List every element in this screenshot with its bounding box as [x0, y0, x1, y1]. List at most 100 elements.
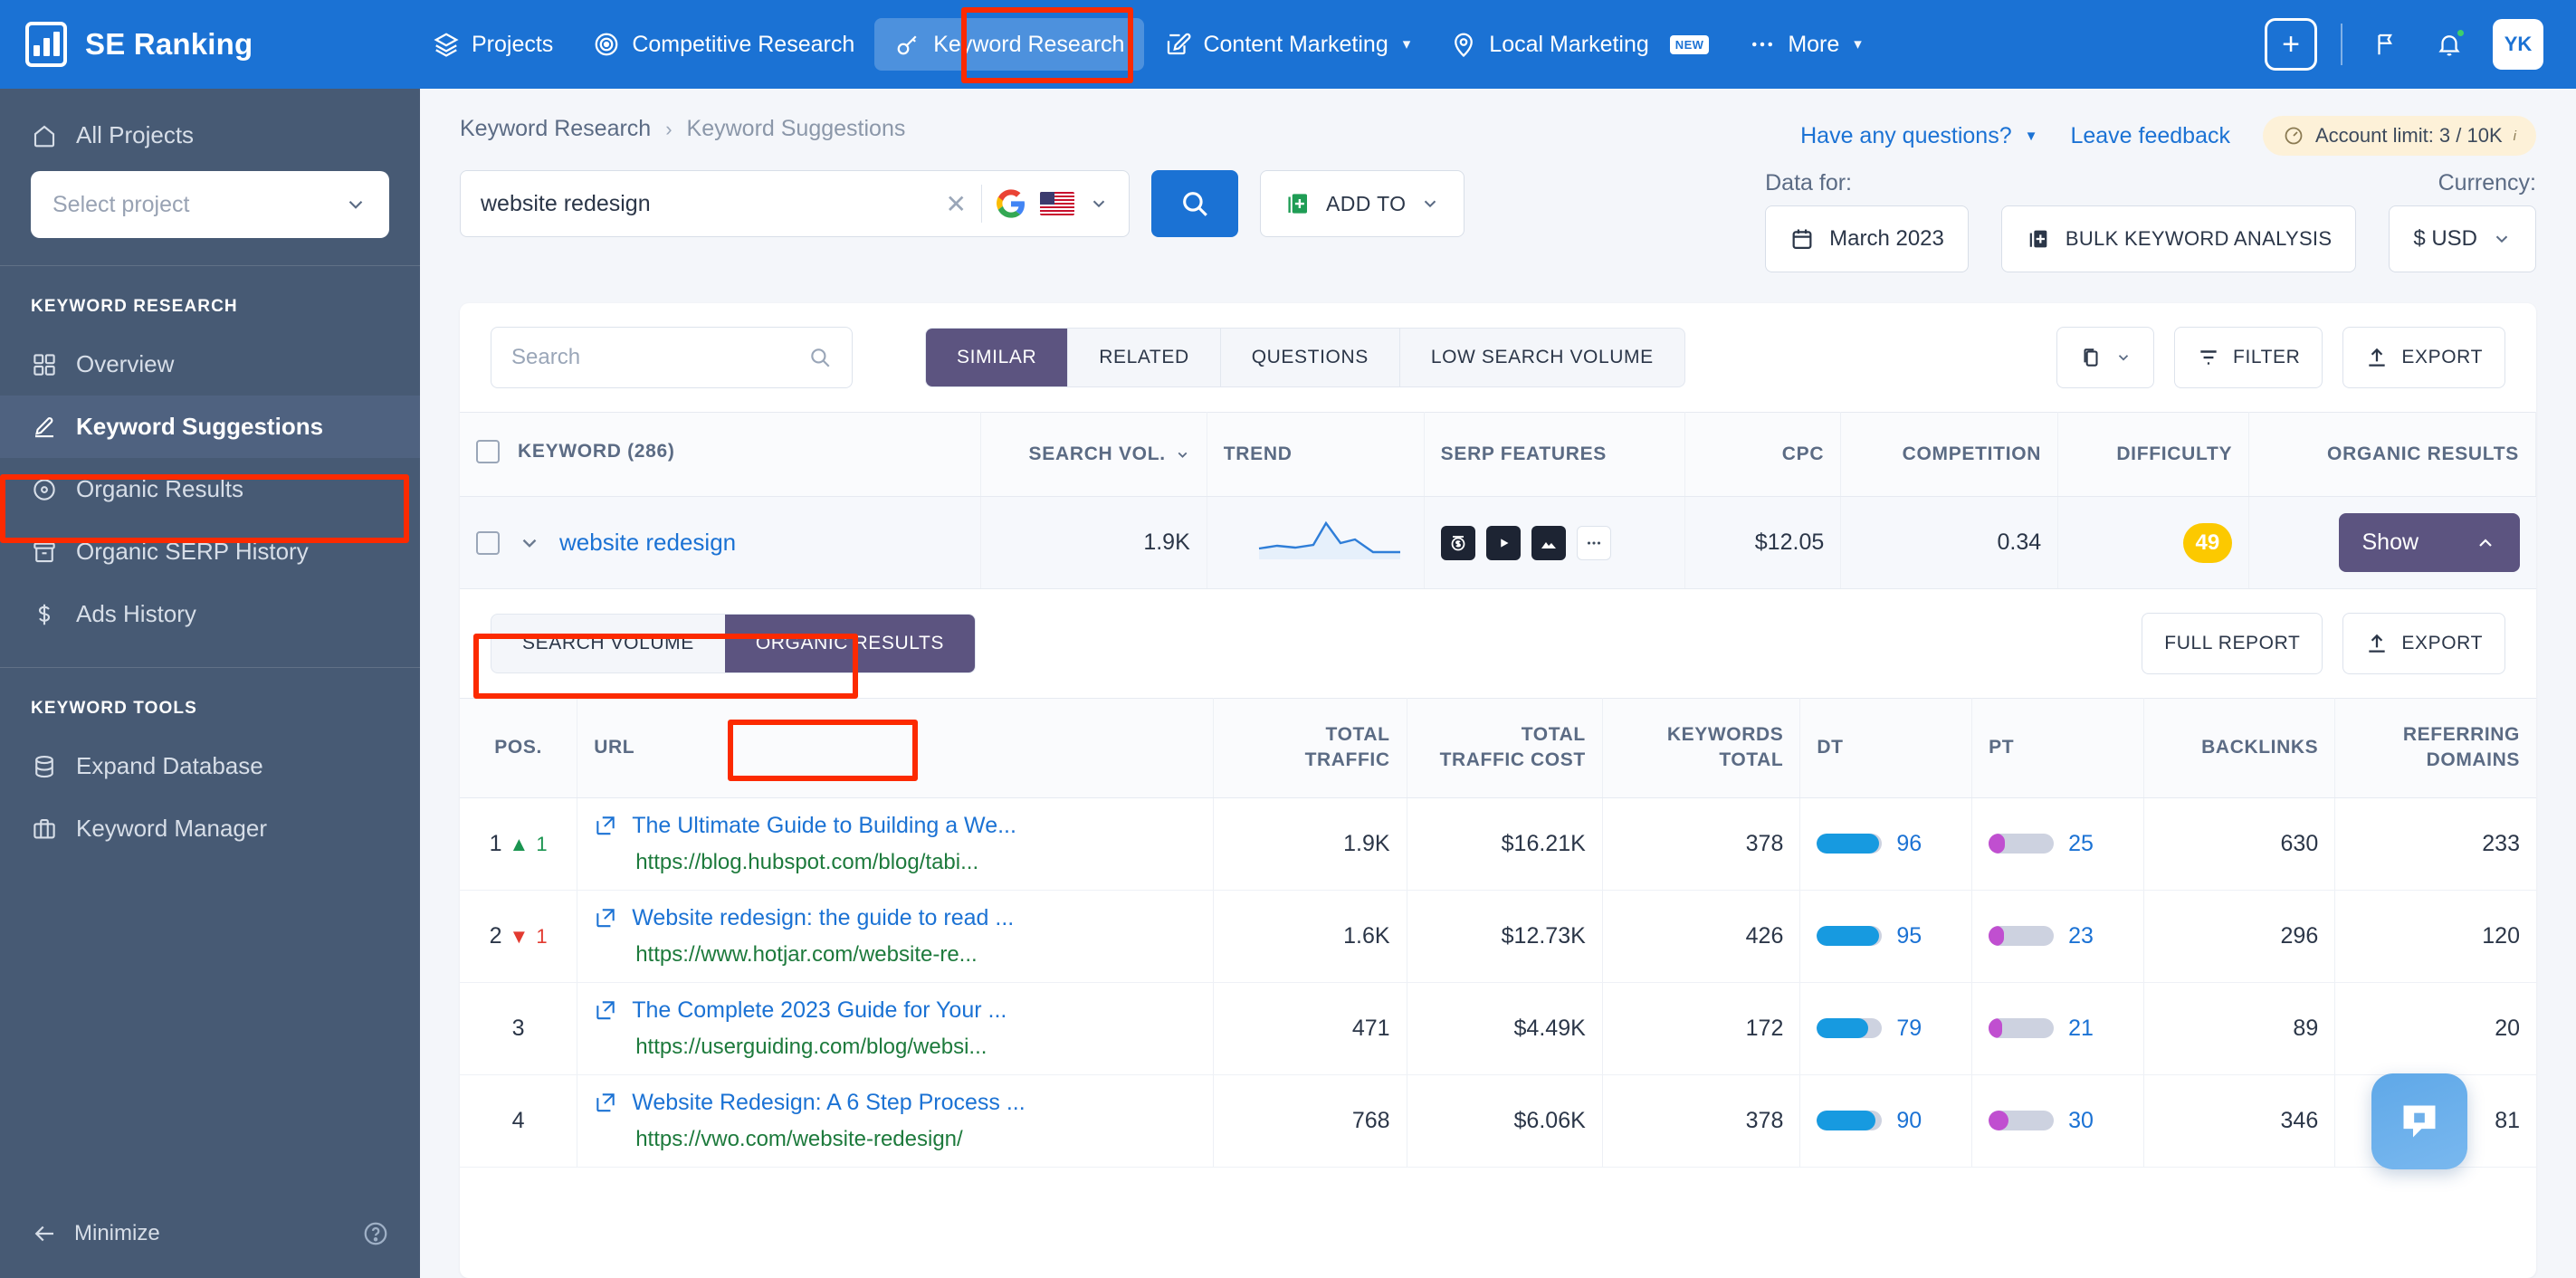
export-button[interactable]: EXPORT: [2342, 327, 2505, 388]
result-title-link[interactable]: The Complete 2023 Guide for Your ...: [632, 997, 1007, 1024]
nav-item-competitive-research[interactable]: Competitive Research: [573, 18, 874, 71]
account-limit-badge[interactable]: Account limit: 3 / 10K i: [2263, 116, 2536, 156]
tab-related[interactable]: RELATED: [1068, 329, 1221, 386]
tab-low-search-volume[interactable]: LOW SEARCH VOLUME: [1400, 329, 1684, 386]
col-search-volume[interactable]: SEARCH VOL.: [980, 412, 1207, 497]
have-questions-dropdown[interactable]: Have any questions? ▼: [1800, 123, 2037, 149]
video-icon[interactable]: [1485, 525, 1521, 560]
info-icon[interactable]: i: [2514, 129, 2516, 144]
nav-item-keyword-research[interactable]: Keyword Research: [874, 18, 1145, 71]
table-search-input[interactable]: Search: [491, 327, 853, 388]
add-new-button[interactable]: +: [2265, 18, 2317, 71]
show-organic-results-button[interactable]: Show: [2338, 513, 2520, 572]
row-referring-domains[interactable]: 120: [2334, 890, 2536, 983]
chevron-down-icon[interactable]: [518, 531, 541, 555]
add-to-button[interactable]: ADD TO: [1260, 170, 1465, 237]
sidebar-item-keyword-suggestions[interactable]: Keyword Suggestions: [0, 396, 420, 458]
result-url[interactable]: https://blog.hubspot.com/blog/tabi...: [594, 850, 1197, 875]
row-backlinks[interactable]: 89: [2143, 982, 2336, 1075]
row-referring-domains[interactable]: 233: [2334, 797, 2536, 891]
tab-similar[interactable]: SIMILAR: [926, 329, 1069, 386]
result-url[interactable]: https://vwo.com/website-redesign/: [594, 1127, 1197, 1152]
bulk-keyword-analysis-button[interactable]: BULK KEYWORD ANALYSIS: [2000, 205, 2357, 272]
breadcrumb-root[interactable]: Keyword Research: [460, 116, 651, 142]
image-icon[interactable]: [1531, 525, 1566, 560]
col-competition[interactable]: COMPETITION: [1840, 412, 2059, 497]
col-pos[interactable]: POS.: [460, 698, 578, 798]
nav-item-local-marketing[interactable]: Local Marketing NEW: [1430, 18, 1729, 71]
sidebar-item-expand-database[interactable]: Expand Database: [0, 735, 420, 797]
keyword-link[interactable]: website redesign: [559, 529, 736, 557]
filter-button[interactable]: FILTER: [2174, 327, 2323, 388]
result-title-link[interactable]: The Ultimate Guide to Building a We...: [632, 813, 1016, 839]
col-url[interactable]: URL: [577, 698, 1214, 798]
sidebar-item-ads-history[interactable]: Ads History: [0, 583, 420, 645]
col-keyword[interactable]: KEYWORD (286): [460, 412, 982, 497]
external-link-icon[interactable]: [594, 1091, 617, 1114]
col-pt[interactable]: PT: [1971, 698, 2144, 798]
col-backlinks[interactable]: BACKLINKS: [2143, 698, 2336, 798]
col-cpc[interactable]: CPC: [1684, 412, 1842, 497]
col-total-traffic[interactable]: TOTAL TRAFFIC: [1213, 698, 1407, 798]
col-serp-features[interactable]: SERP FEATURES: [1424, 412, 1685, 497]
sidebar-item-organic-serp-history[interactable]: Organic SERP History: [0, 520, 420, 583]
result-title-link[interactable]: Website Redesign: A 6 Step Process ...: [632, 1090, 1026, 1116]
result-url[interactable]: https://www.hotjar.com/website-re...: [594, 942, 1197, 968]
result-type-tabs: SIMILAR RELATED QUESTIONS LOW SEARCH VOL…: [925, 328, 1685, 387]
tab-questions[interactable]: QUESTIONS: [1221, 329, 1400, 386]
sidebar-item-organic-results[interactable]: Organic Results: [0, 458, 420, 520]
full-report-button[interactable]: FULL REPORT: [2142, 613, 2323, 674]
currency-select[interactable]: $ USD: [2389, 205, 2536, 272]
price-icon[interactable]: [1440, 525, 1475, 560]
subtab-organic-results[interactable]: ORGANIC RESULTS: [724, 615, 975, 672]
flag-button[interactable]: [2366, 23, 2406, 66]
col-referring-domains[interactable]: REFERRING DOMAINS: [2334, 698, 2536, 798]
row-keywords-total[interactable]: 378: [1602, 1074, 1801, 1168]
col-keywords-total[interactable]: KEYWORDS TOTAL: [1602, 698, 1801, 798]
col-dt[interactable]: DT: [1799, 698, 1973, 798]
chevron-down-icon[interactable]: [1089, 194, 1109, 214]
col-trend[interactable]: TREND: [1207, 412, 1425, 497]
date-picker-button[interactable]: March 2023: [1765, 205, 1969, 272]
external-link-icon[interactable]: [594, 814, 617, 837]
leave-feedback-link[interactable]: Leave feedback: [2070, 123, 2230, 149]
row-backlinks[interactable]: 296: [2143, 890, 2336, 983]
detail-export-button[interactable]: EXPORT: [2342, 613, 2505, 674]
nav-item-more[interactable]: More ▾: [1729, 18, 1882, 71]
row-checkbox[interactable]: [476, 530, 500, 555]
row-backlinks[interactable]: 346: [2143, 1074, 2336, 1168]
row-keywords-total[interactable]: 426: [1602, 890, 1801, 983]
col-total-traffic-cost[interactable]: TOTAL TRAFFIC COST: [1407, 698, 1603, 798]
help-icon[interactable]: [362, 1220, 389, 1247]
row-referring-domains[interactable]: 20: [2334, 982, 2536, 1075]
keyword-trend-sparkline: [1207, 496, 1425, 589]
notifications-button[interactable]: [2429, 23, 2469, 66]
sidebar-item-keyword-manager[interactable]: Keyword Manager: [0, 797, 420, 860]
result-url[interactable]: https://userguiding.com/blog/websi...: [594, 1035, 1197, 1060]
more-serp-features-icon[interactable]: [1576, 525, 1611, 560]
brand-logo-area[interactable]: SE Ranking: [25, 22, 413, 67]
nav-item-content-marketing[interactable]: Content Marketing ▾: [1144, 18, 1430, 71]
search-button[interactable]: [1151, 170, 1238, 237]
row-backlinks[interactable]: 630: [2143, 797, 2336, 891]
user-avatar[interactable]: YK: [2493, 19, 2543, 70]
external-link-icon[interactable]: [594, 906, 617, 930]
col-difficulty[interactable]: DIFFICULTY: [2057, 412, 2250, 497]
chat-widget-button[interactable]: [2371, 1073, 2467, 1169]
clear-icon[interactable]: ✕: [946, 189, 967, 219]
keyword-search-input[interactable]: website redesign ✕: [460, 170, 1130, 237]
row-keywords-total[interactable]: 172: [1602, 982, 1801, 1075]
select-all-checkbox[interactable]: [476, 440, 500, 463]
result-title-link[interactable]: Website redesign: the guide to read ...: [632, 905, 1014, 931]
row-keywords-total[interactable]: 378: [1602, 797, 1801, 891]
export-icon: [2369, 634, 2386, 653]
project-select[interactable]: Select project: [31, 171, 389, 238]
sidebar-item-overview[interactable]: Overview: [0, 333, 420, 396]
columns-settings-button[interactable]: [2056, 327, 2155, 388]
subtab-search-volume[interactable]: SEARCH VOLUME: [491, 615, 725, 672]
nav-item-projects[interactable]: Projects: [413, 18, 573, 71]
sidebar-item-all-projects[interactable]: All Projects: [31, 112, 389, 171]
external-link-icon[interactable]: [594, 998, 617, 1022]
col-organic-results[interactable]: ORGANIC RESULTS: [2248, 412, 2536, 497]
minimize-button[interactable]: Minimize: [31, 1220, 160, 1247]
